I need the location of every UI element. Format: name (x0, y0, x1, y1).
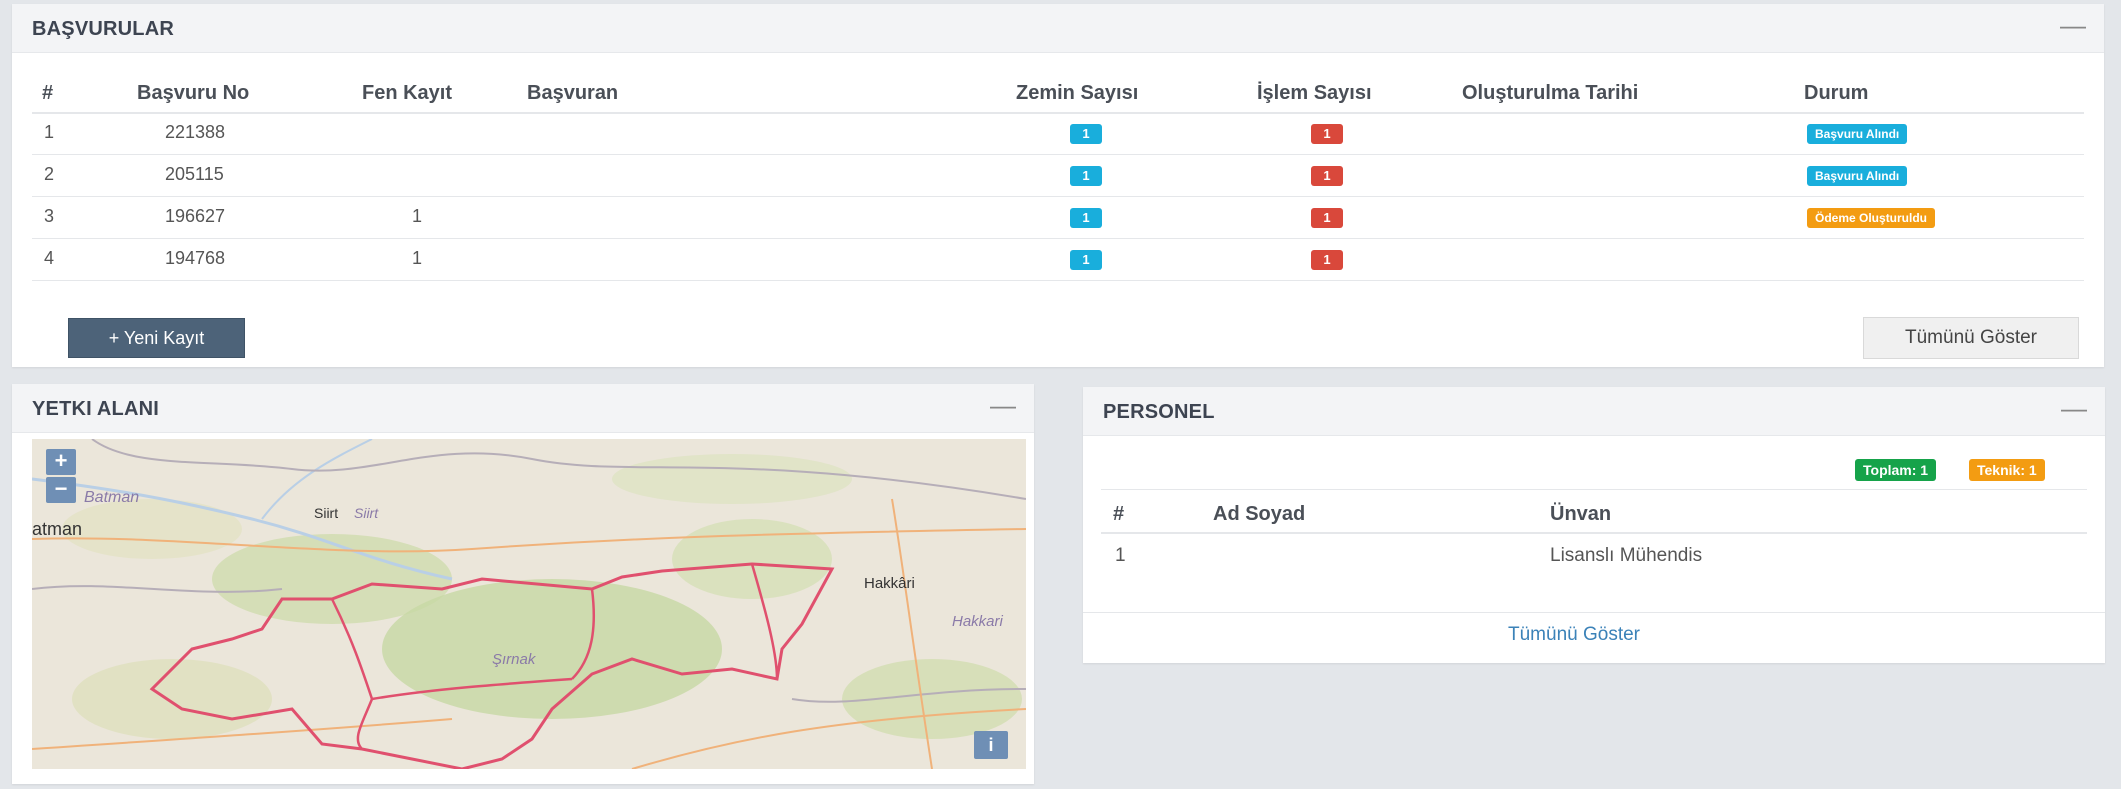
col-ad-soyad[interactable]: Ad Soyad (1213, 503, 1305, 526)
map-view[interactable]: + − Batman atman Siirt Siirt Şırnak Hakk… (32, 439, 1026, 769)
col-unvan[interactable]: Ünvan (1550, 503, 1611, 526)
row-index: 4 (44, 248, 55, 268)
yetki-alani-title: YETKI ALANI (32, 398, 160, 420)
col-index: # (42, 82, 54, 104)
col-basvuran[interactable]: Başvuran (527, 82, 618, 105)
row-index: 1 (1115, 545, 1126, 566)
basvurular-title: BAŞVURULAR (32, 18, 174, 40)
islem-count-badge: 1 (1311, 208, 1343, 228)
row-fen-kayit: 1 (412, 248, 423, 268)
row-basvuru-no: 221388 (165, 122, 226, 142)
row-index: 3 (44, 206, 55, 226)
zemin-count-badge: 1 (1070, 124, 1102, 144)
personel-title: PERSONEL (1103, 401, 1215, 423)
new-record-button[interactable]: + Yeni Kayıt (68, 318, 245, 358)
status-badge: Başvuru Alındı (1807, 166, 1908, 186)
header-divider (32, 112, 2084, 114)
map-background (32, 439, 1026, 769)
row-basvuru-no: 196627 (165, 206, 226, 226)
zoom-out-button[interactable]: − (46, 477, 76, 503)
col-basvuru-no[interactable]: Başvuru No (137, 82, 249, 105)
map-label-hakkari: Hakkâri (864, 575, 915, 592)
row-index: 1 (44, 122, 55, 142)
yetki-alani-collapse-icon[interactable]: — (990, 392, 1016, 418)
yetki-alani-panel: YETKI ALANI — + − Batman atman Siirt Sii… (12, 384, 1034, 784)
row-divider (32, 154, 2084, 155)
col-fen-kayit[interactable]: Fen Kayıt (362, 82, 452, 105)
yetki-alani-header: YETKI ALANI — (12, 384, 1034, 433)
islem-count-badge: 1 (1311, 166, 1343, 186)
footer-divider (1083, 612, 2105, 613)
row-divider (32, 196, 2084, 197)
islem-count-badge: 1 (1311, 250, 1343, 270)
map-label-sirnak: Şırnak (492, 651, 536, 668)
map-label-siirt-italic: Siirt (354, 505, 379, 521)
islem-count-badge: 1 (1311, 124, 1343, 144)
personel-panel: PERSONEL — Toplam: 1 Teknik: 1 # Ad Soya… (1083, 387, 2105, 663)
col-durum[interactable]: Durum (1804, 82, 1868, 105)
row-basvuru-no: 205115 (165, 164, 224, 184)
personel-top-divider (1101, 489, 2087, 490)
personel-collapse-icon[interactable]: — (2061, 395, 2087, 421)
map-label-batman: atman (32, 519, 83, 539)
status-badge: Başvuru Alındı (1807, 124, 1908, 144)
col-olusturulma-tarihi[interactable]: Oluşturulma Tarihi (1462, 82, 1638, 105)
col-islem-sayisi[interactable]: İşlem Sayısı (1257, 82, 1372, 105)
row-basvuru-no: 194768 (165, 248, 226, 268)
row-fen-kayit: 1 (412, 206, 423, 226)
zemin-count-badge: 1 (1070, 208, 1102, 228)
col-index: # (1113, 503, 1125, 525)
total-count-badge: Toplam: 1 (1855, 459, 1937, 481)
col-zemin-sayisi[interactable]: Zemin Sayısı (1016, 82, 1138, 105)
row-unvan: Lisanslı Mühendis (1550, 545, 1703, 566)
personel-header: PERSONEL — (1083, 387, 2105, 436)
zemin-count-badge: 1 (1070, 250, 1102, 270)
zemin-count-badge: 1 (1070, 166, 1102, 186)
map-label-hakkari-italic: Hakkari (952, 613, 1003, 630)
status-badge: Ödeme Oluşturuldu (1807, 208, 1936, 228)
map-info-button[interactable]: i (974, 731, 1008, 759)
row-divider (32, 238, 2084, 239)
zoom-in-button[interactable]: + (46, 449, 76, 475)
basvurular-collapse-icon[interactable]: — (2060, 12, 2086, 38)
map-label-siirt: Siirt (314, 505, 339, 521)
show-all-button[interactable]: Tümünü Göster (1863, 317, 2079, 359)
basvurular-panel: BAŞVURULAR — # Başvuru No Fen Kayıt Başv… (12, 4, 2104, 367)
row-divider (32, 280, 2084, 281)
row-index: 2 (44, 164, 55, 184)
basvurular-header: BAŞVURULAR — (12, 4, 2104, 53)
map-label-batman-italic: Batman (84, 489, 140, 506)
technical-count-badge: Teknik: 1 (1969, 459, 2045, 481)
personel-show-all-link[interactable]: Tümünü Göster (1508, 624, 1640, 646)
header-divider (1101, 532, 2087, 534)
